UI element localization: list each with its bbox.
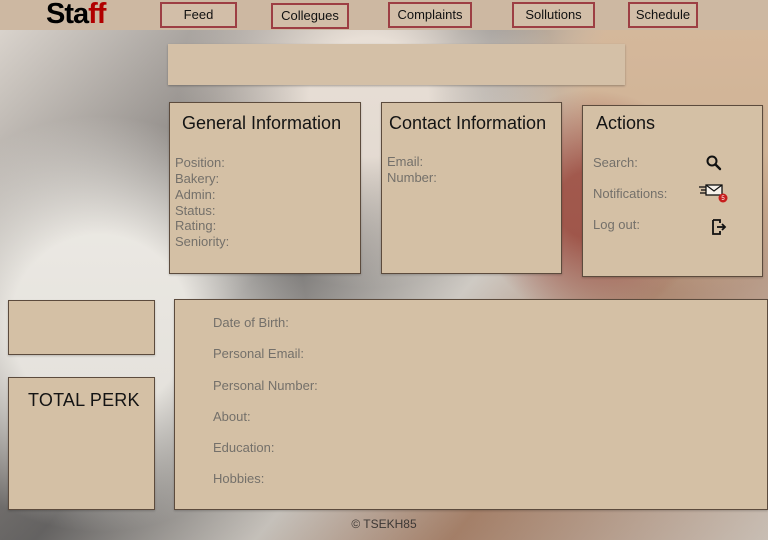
number-field: Number: <box>387 170 437 185</box>
personal-number-field: Personal Number: <box>213 378 318 393</box>
nav-schedule-button[interactable]: Schedule <box>628 2 698 28</box>
date-of-birth-field: Date of Birth: <box>213 315 289 330</box>
app-logo: Staff <box>46 0 106 31</box>
position-field: Position: <box>175 155 225 170</box>
email-field: Email: <box>387 154 424 169</box>
header-banner <box>168 44 625 85</box>
education-field: Education: <box>213 440 275 455</box>
seniority-field: Seniority: <box>175 234 230 249</box>
notifications-label: Notifications: <box>593 186 668 201</box>
logo-text-2: ff <box>88 0 106 30</box>
footer-copyright: © TSEKH85 <box>351 517 417 531</box>
bakery-field: Bakery: <box>175 171 220 186</box>
general-information-card: General Information Position: Bakery: Ad… <box>169 102 361 274</box>
logout-label: Log out: <box>593 217 640 232</box>
about-field: About: <box>213 409 251 424</box>
contact-information-card: Contact Information Email: Number: <box>381 102 562 274</box>
logout-icon[interactable] <box>709 217 729 237</box>
actions-card: Actions Search: Notifications: 5 Log out… <box>582 105 763 277</box>
search-label: Search: <box>593 155 638 170</box>
search-icon[interactable] <box>704 153 724 173</box>
general-information-title: General Information <box>182 113 342 133</box>
nav-sollutions-button[interactable]: Sollutions <box>512 2 595 28</box>
top-bar: Staff Feed Collegues Complaints Sollutio… <box>0 0 768 30</box>
total-perk-card: TOTAL PERK <box>8 377 155 510</box>
hobbies-field: Hobbies: <box>213 471 265 486</box>
status-field: Status: <box>175 203 216 218</box>
nav-collegues-button[interactable]: Collegues <box>271 3 349 29</box>
rating-field: Rating: <box>175 218 217 233</box>
profile-details-card: Date of Birth: Personal Email: Personal … <box>174 299 768 510</box>
total-perk-title: TOTAL PERK <box>28 390 140 410</box>
actions-title: Actions <box>596 113 656 133</box>
admin-field: Admin: <box>175 187 216 202</box>
logo-text-1: Sta <box>46 0 89 30</box>
contact-information-title: Contact Information <box>389 113 547 133</box>
mail-icon[interactable]: 5 <box>698 182 728 206</box>
nav-feed-button[interactable]: Feed <box>160 2 237 28</box>
nav-complaints-button[interactable]: Complaints <box>388 2 472 28</box>
side-card <box>8 300 155 355</box>
personal-email-field: Personal Email: <box>213 346 305 361</box>
